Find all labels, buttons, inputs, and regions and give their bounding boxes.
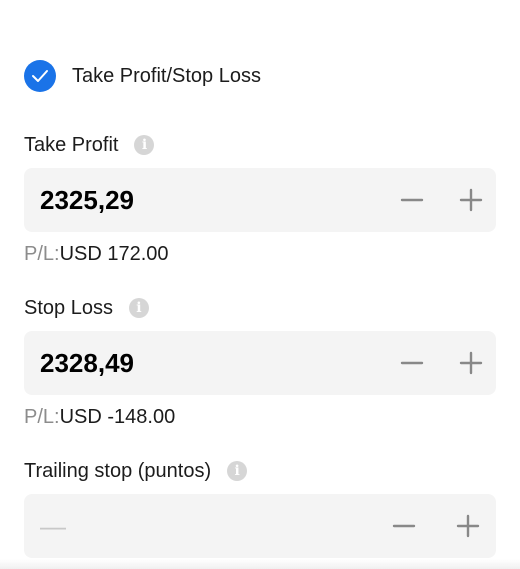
pl-label: P/L:	[24, 406, 60, 428]
stop-loss-input[interactable]	[40, 347, 390, 379]
bottom-shadow	[0, 559, 520, 569]
tpsl-toggle[interactable]: Take Profit/Stop Loss	[24, 60, 261, 92]
trailing-stop-input[interactable]	[40, 510, 380, 542]
trailing-stop-input-box	[24, 494, 496, 558]
info-icon[interactable]: i	[134, 135, 155, 155]
stop-loss-decrease-button[interactable]	[390, 339, 433, 387]
take-profit-input-box	[24, 168, 496, 232]
trailing-stop-decrease-button[interactable]	[380, 502, 428, 550]
plus-icon	[456, 514, 480, 538]
trailing-stop-title-row: Trailing stop (puntos) i	[24, 458, 496, 484]
take-profit-input[interactable]	[40, 184, 390, 216]
take-profit-increase-button[interactable]	[449, 176, 492, 224]
pl-value: USD -148.00	[59, 406, 176, 428]
pl-label: P/L:	[24, 243, 60, 265]
trailing-stop-increase-button[interactable]	[444, 502, 492, 550]
take-profit-decrease-button[interactable]	[390, 176, 433, 224]
trailing-stop-section: Trailing stop (puntos) i	[24, 458, 496, 558]
info-icon[interactable]: i	[227, 461, 248, 481]
take-profit-pl: P/L:USD 172.00	[24, 242, 496, 266]
plus-icon	[459, 188, 482, 212]
minus-icon	[400, 198, 423, 202]
minus-icon	[400, 361, 423, 365]
stop-loss-increase-button[interactable]	[449, 339, 492, 387]
take-profit-title-row: Take Profit i	[24, 132, 496, 158]
trailing-stop-title: Trailing stop (puntos)	[24, 459, 212, 482]
check-icon	[32, 70, 48, 82]
take-profit-section: Take Profit i P/L:USD 172.00	[24, 132, 496, 266]
take-profit-title: Take Profit	[24, 133, 119, 156]
stop-loss-pl: P/L:USD -148.00	[24, 405, 496, 429]
stop-loss-title: Stop Loss	[24, 296, 113, 319]
stop-loss-input-box	[24, 331, 496, 395]
pl-value: USD 172.00	[59, 243, 169, 265]
minus-icon	[392, 524, 416, 528]
tpsl-label: Take Profit/Stop Loss	[72, 64, 261, 87]
tpsl-checkbox[interactable]	[24, 60, 56, 92]
stop-loss-title-row: Stop Loss i	[24, 295, 496, 321]
plus-icon	[459, 351, 482, 375]
info-icon[interactable]: i	[128, 298, 149, 318]
stop-loss-section: Stop Loss i P/L:USD -148.00	[24, 295, 496, 429]
